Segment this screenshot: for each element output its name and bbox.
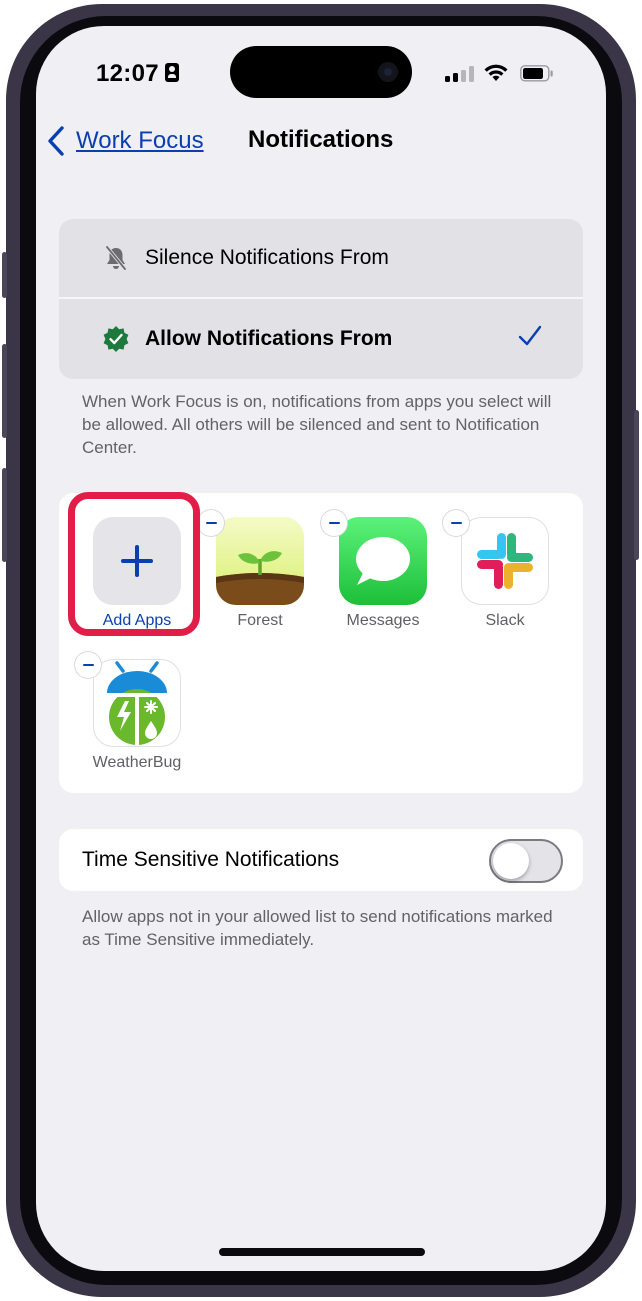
allow-description: When Work Focus is on, notifications fro… bbox=[82, 392, 552, 457]
option-silence[interactable]: Silence Notifications From bbox=[59, 219, 583, 297]
add-apps-button[interactable]: Add Apps bbox=[77, 517, 197, 637]
time-sensitive-row: Time Sensitive Notifications bbox=[59, 829, 583, 891]
action-button bbox=[2, 252, 7, 298]
app-item-slack[interactable]: Slack bbox=[443, 510, 565, 637]
option-silence-label: Silence Notifications From bbox=[145, 246, 389, 269]
battery-icon bbox=[520, 65, 553, 82]
remove-weatherbug-button[interactable] bbox=[75, 652, 101, 678]
time-sensitive-description: Allow apps not in your allowed list to s… bbox=[82, 907, 553, 949]
toggle-knob bbox=[493, 843, 529, 879]
focus-id-icon bbox=[165, 63, 179, 82]
screen: 12:07 Work Focus Notifications Silence N… bbox=[36, 26, 606, 1271]
volume-up-button bbox=[2, 344, 7, 438]
camera-icon bbox=[378, 62, 398, 82]
checkmark-icon bbox=[518, 325, 542, 346]
status-time: 12:07 bbox=[96, 60, 159, 87]
side-button bbox=[634, 410, 639, 560]
messages-icon bbox=[339, 517, 427, 605]
wifi-icon bbox=[484, 64, 508, 81]
remove-slack-button[interactable] bbox=[443, 510, 469, 536]
remove-messages-button[interactable] bbox=[321, 510, 347, 536]
app-item-messages[interactable]: Messages bbox=[321, 510, 443, 637]
forest-icon bbox=[216, 517, 304, 605]
back-label[interactable]: Work Focus bbox=[76, 127, 204, 155]
app-label-weatherbug: WeatherBug bbox=[92, 754, 182, 771]
app-item-weatherbug[interactable]: WeatherBug bbox=[75, 652, 197, 779]
remove-forest-button[interactable] bbox=[198, 510, 224, 536]
chevron-left-icon bbox=[48, 126, 64, 156]
add-apps-label[interactable]: Add Apps bbox=[77, 612, 197, 630]
option-allow-label: Allow Notifications From bbox=[145, 327, 393, 350]
bell-slash-icon bbox=[101, 243, 131, 273]
weatherbug-icon bbox=[93, 659, 181, 747]
page-title: Notifications bbox=[248, 126, 394, 153]
slack-icon bbox=[461, 517, 549, 605]
app-label-messages: Messages bbox=[346, 612, 420, 629]
app-item-forest[interactable]: Forest bbox=[198, 510, 320, 637]
allowed-apps-panel: Add Apps Forest Messages Slack WeatherBu… bbox=[59, 493, 583, 793]
time-sensitive-label: Time Sensitive Notifications bbox=[82, 848, 340, 871]
plus-icon[interactable] bbox=[93, 517, 181, 605]
home-indicator[interactable] bbox=[219, 1248, 425, 1256]
checkmark-seal-icon bbox=[101, 324, 131, 354]
volume-down-button bbox=[2, 468, 7, 562]
back-button[interactable]: Work Focus bbox=[46, 124, 204, 158]
option-allow[interactable]: Allow Notifications From bbox=[59, 299, 583, 379]
cellular-signal-icon bbox=[445, 66, 475, 82]
dynamic-island bbox=[230, 46, 412, 98]
app-label-slack: Slack bbox=[485, 612, 525, 629]
time-sensitive-toggle[interactable] bbox=[489, 839, 563, 883]
app-label-forest: Forest bbox=[237, 612, 283, 629]
